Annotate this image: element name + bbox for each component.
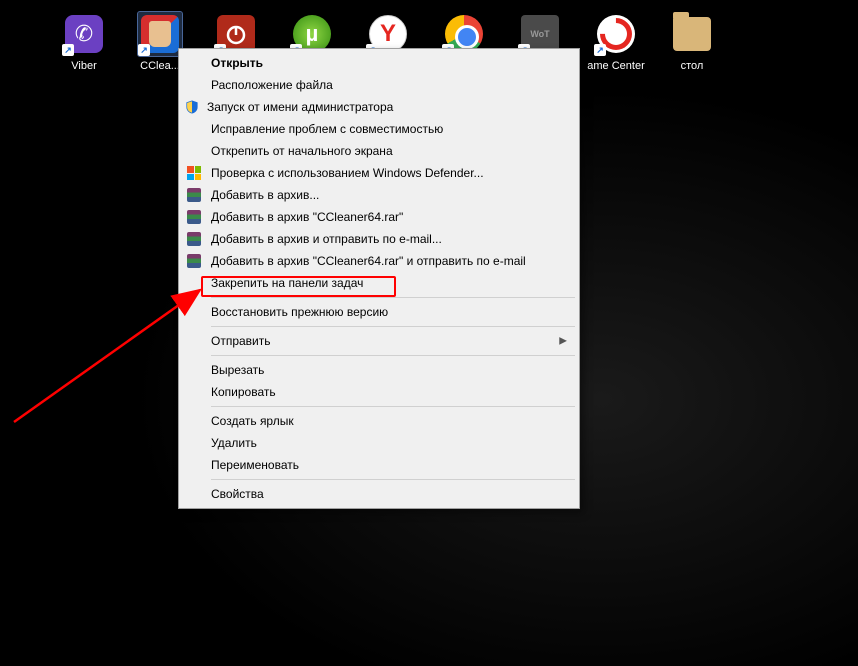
menu-properties[interactable]: Свойства [181,483,577,505]
menu-separator [211,326,575,327]
menu-item-label: Проверка с использованием Windows Defend… [211,166,547,180]
blank-icon [185,456,203,474]
menu-rename[interactable]: Переименовать [181,454,577,476]
menu-separator [211,355,575,356]
menu-item-label: Удалить [211,436,547,450]
menu-send-to[interactable]: Отправить ▶ [181,330,577,352]
menu-item-label: Исправление проблем с совместимостью [211,122,547,136]
menu-file-location[interactable]: Расположение файла [181,74,577,96]
windows-defender-icon [185,164,203,182]
context-menu: Открыть Расположение файла Запуск от име… [178,48,580,509]
desktop-icon-label: Viber [71,60,96,72]
menu-add-and-email[interactable]: Добавить в архив и отправить по e-mail..… [181,228,577,250]
menu-defender-scan[interactable]: Проверка с использованием Windows Defend… [181,162,577,184]
menu-add-named-and-email[interactable]: Добавить в архив "CCleaner64.rar" и отпр… [181,250,577,272]
winrar-icon [185,186,203,204]
menu-create-shortcut[interactable]: Создать ярлык [181,410,577,432]
blank-icon [185,54,203,72]
menu-item-label: Отправить [211,334,547,348]
menu-compat-troubleshoot[interactable]: Исправление проблем с совместимостью [181,118,577,140]
desktop-icon-folder[interactable]: стол [670,12,714,72]
winrar-icon [185,252,203,270]
desktop-icon-label: стол [681,60,704,72]
menu-delete[interactable]: Удалить [181,432,577,454]
blank-icon [185,434,203,452]
desktop-icon-ccleaner[interactable]: ↗ CClea... [138,12,182,72]
menu-separator [211,479,575,480]
menu-item-label: Открыть [211,56,547,70]
menu-item-label: Свойства [211,487,547,501]
shield-icon [185,100,199,114]
menu-unpin-start[interactable]: Открепить от начального экрана [181,140,577,162]
chevron-right-icon: ▶ [559,336,567,347]
winrar-icon [185,208,203,226]
menu-open[interactable]: Открыть [181,52,577,74]
blank-icon [185,76,203,94]
menu-item-label: Закрепить на панели задач [211,276,547,290]
blank-icon [185,332,203,350]
blank-icon [185,485,203,503]
blank-icon [185,383,203,401]
menu-add-to-archive[interactable]: Добавить в архив... [181,184,577,206]
menu-separator [211,297,575,298]
menu-item-label: Запуск от имени администратора [207,100,547,114]
menu-item-label: Копировать [211,385,547,399]
menu-separator [211,406,575,407]
desktop-icon-viber[interactable]: ✆ ↗ Viber [62,12,106,72]
blank-icon [185,303,203,321]
menu-pin-taskbar[interactable]: Закрепить на панели задач [181,272,577,294]
desktop-icon-label: ame Center [587,60,644,72]
shortcut-arrow-icon: ↗ [62,44,74,56]
desktop[interactable]: ✆ ↗ Viber ↗ CClea... ↗ µ ↗ [0,0,858,666]
menu-restore-previous[interactable]: Восстановить прежнюю версию [181,301,577,323]
menu-add-to-named-archive[interactable]: Добавить в архив "CCleaner64.rar" [181,206,577,228]
blank-icon [185,142,203,160]
desktop-icon-label: CClea... [140,60,180,72]
menu-item-label: Расположение файла [211,78,547,92]
blank-icon [185,120,203,138]
menu-item-label: Открепить от начального экрана [211,144,547,158]
menu-item-label: Восстановить прежнюю версию [211,305,547,319]
menu-item-label: Создать ярлык [211,414,547,428]
menu-item-label: Вырезать [211,363,547,377]
shortcut-arrow-icon: ↗ [594,44,606,56]
blank-icon [185,361,203,379]
menu-run-as-admin[interactable]: Запуск от имени администратора [181,96,577,118]
menu-copy[interactable]: Копировать [181,381,577,403]
menu-item-label: Добавить в архив "CCleaner64.rar" и отпр… [211,254,547,268]
menu-cut[interactable]: Вырезать [181,359,577,381]
desktop-icon-gamecenter[interactable]: ↗ ame Center [594,12,638,72]
menu-item-label: Добавить в архив... [211,188,547,202]
blank-icon [185,274,203,292]
blank-icon [185,412,203,430]
folder-icon [673,17,711,51]
menu-item-label: Добавить в архив и отправить по e-mail..… [211,232,547,246]
shortcut-arrow-icon: ↗ [138,44,150,56]
menu-item-label: Добавить в архив "CCleaner64.rar" [211,210,547,224]
menu-item-label: Переименовать [211,458,547,472]
winrar-icon [185,230,203,248]
